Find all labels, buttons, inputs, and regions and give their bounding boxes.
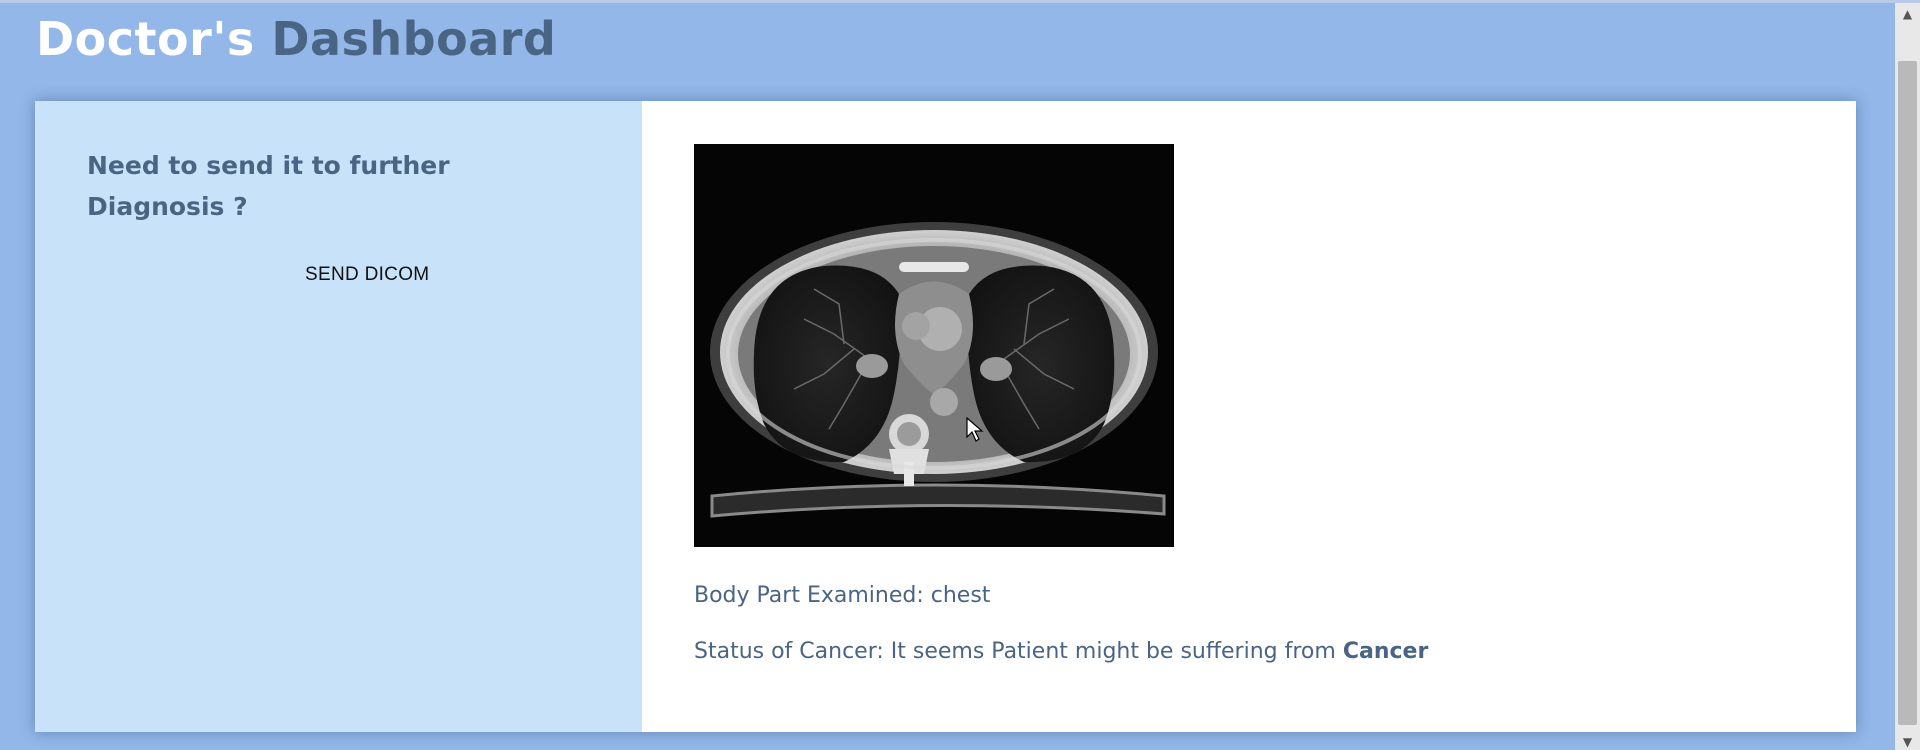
page-title: Doctor's Dashboard [36, 11, 556, 67]
cancer-status-result: Cancer [1342, 639, 1429, 664]
dashboard-card: Need to send it to further Diagnosis ? S… [35, 101, 1856, 732]
mouse-pointer-icon [966, 417, 984, 442]
scrollbar-thumb[interactable] [1898, 61, 1917, 725]
cancer-status: Status of Cancer: It seems Patient might… [694, 639, 1428, 664]
right-panel: Body Part Examined: chest Status of Canc… [642, 101, 1856, 732]
page-title-part2: Dashboard [271, 12, 557, 66]
page-title-part1: Doctor's [36, 12, 255, 66]
dashboard-page: Doctor's Dashboard Need to send it to fu… [0, 0, 1920, 750]
body-part-examined: Body Part Examined: chest [694, 583, 991, 608]
scroll-down-arrow-icon[interactable]: ▼ [1895, 731, 1920, 750]
cancer-status-text: Status of Cancer: It seems Patient might… [694, 639, 1336, 664]
left-panel: Need to send it to further Diagnosis ? S… [35, 101, 642, 732]
ct-scan-image [694, 144, 1174, 547]
vertical-scrollbar[interactable]: ▲ ▼ [1895, 3, 1920, 750]
send-dicom-button[interactable]: SEND DICOM [235, 259, 515, 291]
further-diagnosis-heading: Need to send it to further Diagnosis ? [87, 151, 450, 221]
scroll-up-arrow-icon[interactable]: ▲ [1895, 3, 1920, 25]
